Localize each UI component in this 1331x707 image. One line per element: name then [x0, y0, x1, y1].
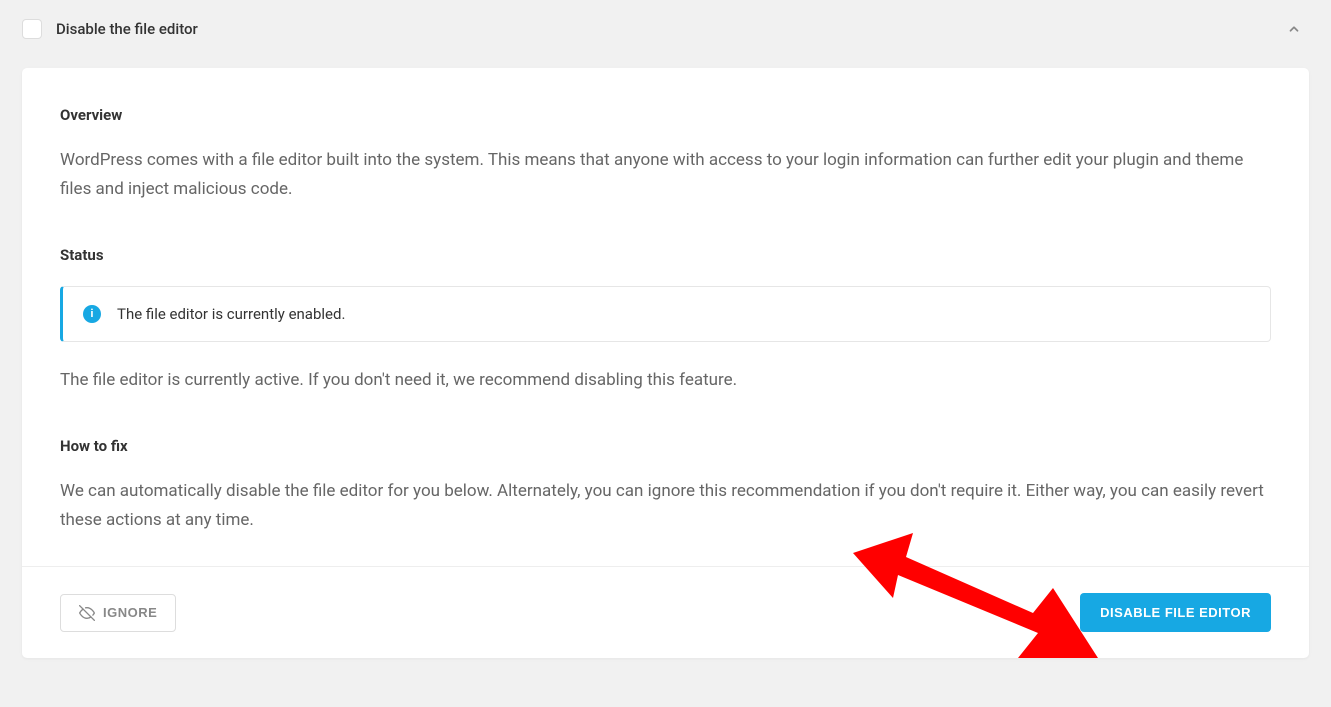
overview-text: WordPress comes with a file editor built… — [60, 146, 1271, 204]
status-notice-text: The file editor is currently enabled. — [117, 305, 345, 323]
accordion-header[interactable]: Disable the file editor — [0, 0, 1331, 58]
panel: Overview WordPress comes with a file edi… — [22, 68, 1309, 658]
ignore-button-label: IGNORE — [103, 605, 157, 620]
overview-heading: Overview — [60, 106, 1271, 124]
eye-off-icon — [79, 605, 95, 621]
panel-footer: IGNORE DISABLE FILE EDITOR — [22, 566, 1309, 658]
howtofix-heading: How to fix — [60, 437, 1271, 455]
info-icon: i — [83, 305, 101, 323]
howtofix-text: We can automatically disable the file ed… — [60, 477, 1271, 535]
status-heading: Status — [60, 246, 1271, 264]
disable-file-editor-button-label: DISABLE FILE EDITOR — [1100, 605, 1251, 620]
accordion-header-left: Disable the file editor — [22, 19, 198, 39]
settings-container: Disable the file editor Overview WordPre… — [0, 0, 1331, 658]
panel-body: Overview WordPress comes with a file edi… — [22, 68, 1309, 566]
accordion-checkbox[interactable] — [22, 19, 42, 39]
accordion-title: Disable the file editor — [56, 20, 198, 38]
chevron-up-icon[interactable] — [1279, 14, 1309, 44]
ignore-button[interactable]: IGNORE — [60, 594, 176, 632]
disable-file-editor-button[interactable]: DISABLE FILE EDITOR — [1080, 593, 1271, 632]
status-description: The file editor is currently active. If … — [60, 366, 1271, 395]
status-notice: i The file editor is currently enabled. — [60, 286, 1271, 342]
